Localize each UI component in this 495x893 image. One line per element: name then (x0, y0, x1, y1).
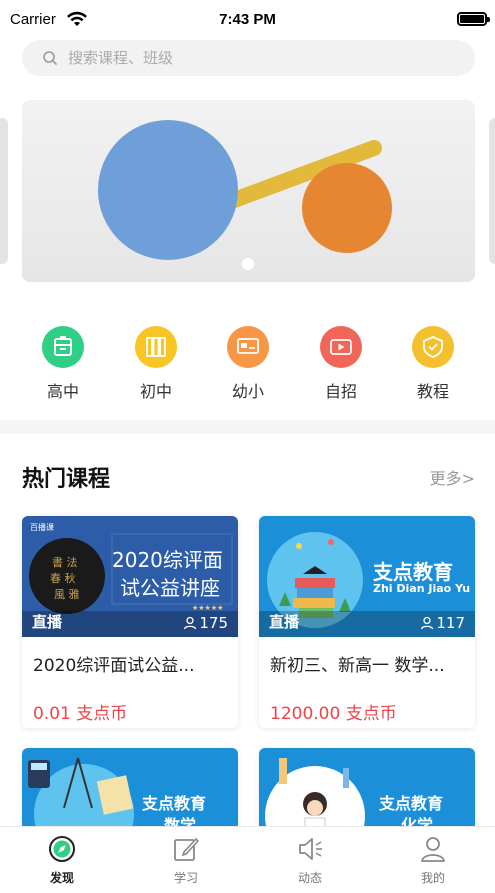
battery-icon (457, 12, 490, 26)
banner-carousel[interactable] (22, 100, 475, 282)
category-label: 高中 (46, 382, 79, 401)
tab-bar: 发现 学习 动态 我的 (0, 826, 495, 893)
thumb-brand: 百播课 (30, 523, 54, 532)
viewer-count: 117 (420, 614, 465, 632)
blackboard-icon (227, 326, 269, 368)
tab-label: 学习 (173, 871, 198, 885)
svg-text:風 雅: 風 雅 (54, 587, 80, 601)
section-divider (0, 420, 495, 434)
speaker-icon (299, 838, 322, 860)
thumb-heading: 支点教育 (373, 560, 453, 584)
compass-icon (49, 836, 75, 862)
school-bag-icon (42, 326, 84, 368)
course-price: 1200.00 支点币 (270, 704, 397, 724)
course-price: 0.01 支点币 (33, 704, 128, 724)
thumb-heading: 支点教育 (142, 794, 207, 813)
tab-profile[interactable]: 我的 (393, 835, 473, 886)
user-icon (421, 616, 434, 630)
category-chuzhong[interactable]: 初中 (116, 326, 196, 402)
search-icon (43, 51, 57, 65)
category-label: 教程 (416, 382, 449, 401)
category-gaozhong[interactable]: 高中 (23, 326, 103, 402)
viewer-count-value: 175 (199, 614, 228, 632)
user-icon (421, 837, 445, 862)
tab-feed[interactable]: 动态 (270, 835, 350, 886)
banner-prev-peek[interactable] (0, 118, 8, 264)
category-zizhao[interactable]: 自招 (301, 326, 381, 402)
video-play-icon (320, 326, 362, 368)
course-title: 2020综评面试公益... (33, 656, 195, 676)
search-input[interactable] (68, 40, 448, 76)
live-badge: 直播 (269, 613, 300, 631)
category-jiaocheng[interactable]: 教程 (393, 326, 473, 402)
category-youxiao[interactable]: 幼小 (208, 326, 288, 402)
thumb-heading-line1: 2020综评面 (112, 548, 223, 572)
thumb-heading-line2: 试公益讲座 (120, 576, 220, 600)
course-card[interactable]: 支点教育 Zhi Dian Jiao Yu 直播 117 新初三、新高一 数学.… (259, 516, 475, 728)
course-card[interactable]: 書 法 春 秋 風 雅 ★★★★★ 百播课 2020综评面 试公益讲座 直播 1… (22, 516, 238, 728)
more-link[interactable]: 更多> (430, 465, 475, 489)
course-thumbnail: 書 法 春 秋 風 雅 ★★★★★ 百播课 2020综评面 试公益讲座 直播 1… (22, 516, 238, 637)
search-bar[interactable] (22, 40, 475, 76)
category-label: 自招 (324, 382, 357, 401)
status-bar: Carrier 7:43 PM (0, 0, 495, 40)
shield-check-icon (412, 326, 454, 368)
category-label: 幼小 (231, 382, 264, 401)
thumb-heading: 支点教育 (379, 794, 444, 813)
tab-study[interactable]: 学习 (146, 835, 226, 886)
thumb-subheading: Zhi Dian Jiao Yu (373, 582, 471, 595)
viewer-count-value: 117 (436, 614, 465, 632)
svg-text:春 秋: 春 秋 (50, 571, 76, 585)
category-label: 初中 (139, 382, 172, 401)
course-title: 新初三、新高一 数学... (270, 656, 445, 676)
books-icon (135, 326, 177, 368)
viewer-count: 175 (183, 614, 228, 632)
banner-image (98, 120, 392, 260)
live-badge: 直播 (32, 613, 63, 631)
user-icon (184, 616, 197, 630)
tab-label: 我的 (420, 871, 445, 885)
svg-text:書 法: 書 法 (52, 555, 78, 569)
carousel-indicator-dot[interactable] (242, 258, 254, 270)
tab-discover[interactable]: 发现 (22, 835, 102, 886)
category-row: 高中 初中 幼小 自招 教程 (0, 326, 495, 402)
tab-label: 动态 (297, 871, 322, 885)
tab-label: 发现 (49, 871, 74, 885)
clock: 7:43 PM (219, 11, 276, 28)
banner-next-peek[interactable] (489, 118, 495, 264)
edit-icon (174, 837, 200, 861)
course-thumbnail: 支点教育 Zhi Dian Jiao Yu 直播 117 (259, 516, 475, 637)
section-title: 热门课程 (22, 467, 111, 492)
